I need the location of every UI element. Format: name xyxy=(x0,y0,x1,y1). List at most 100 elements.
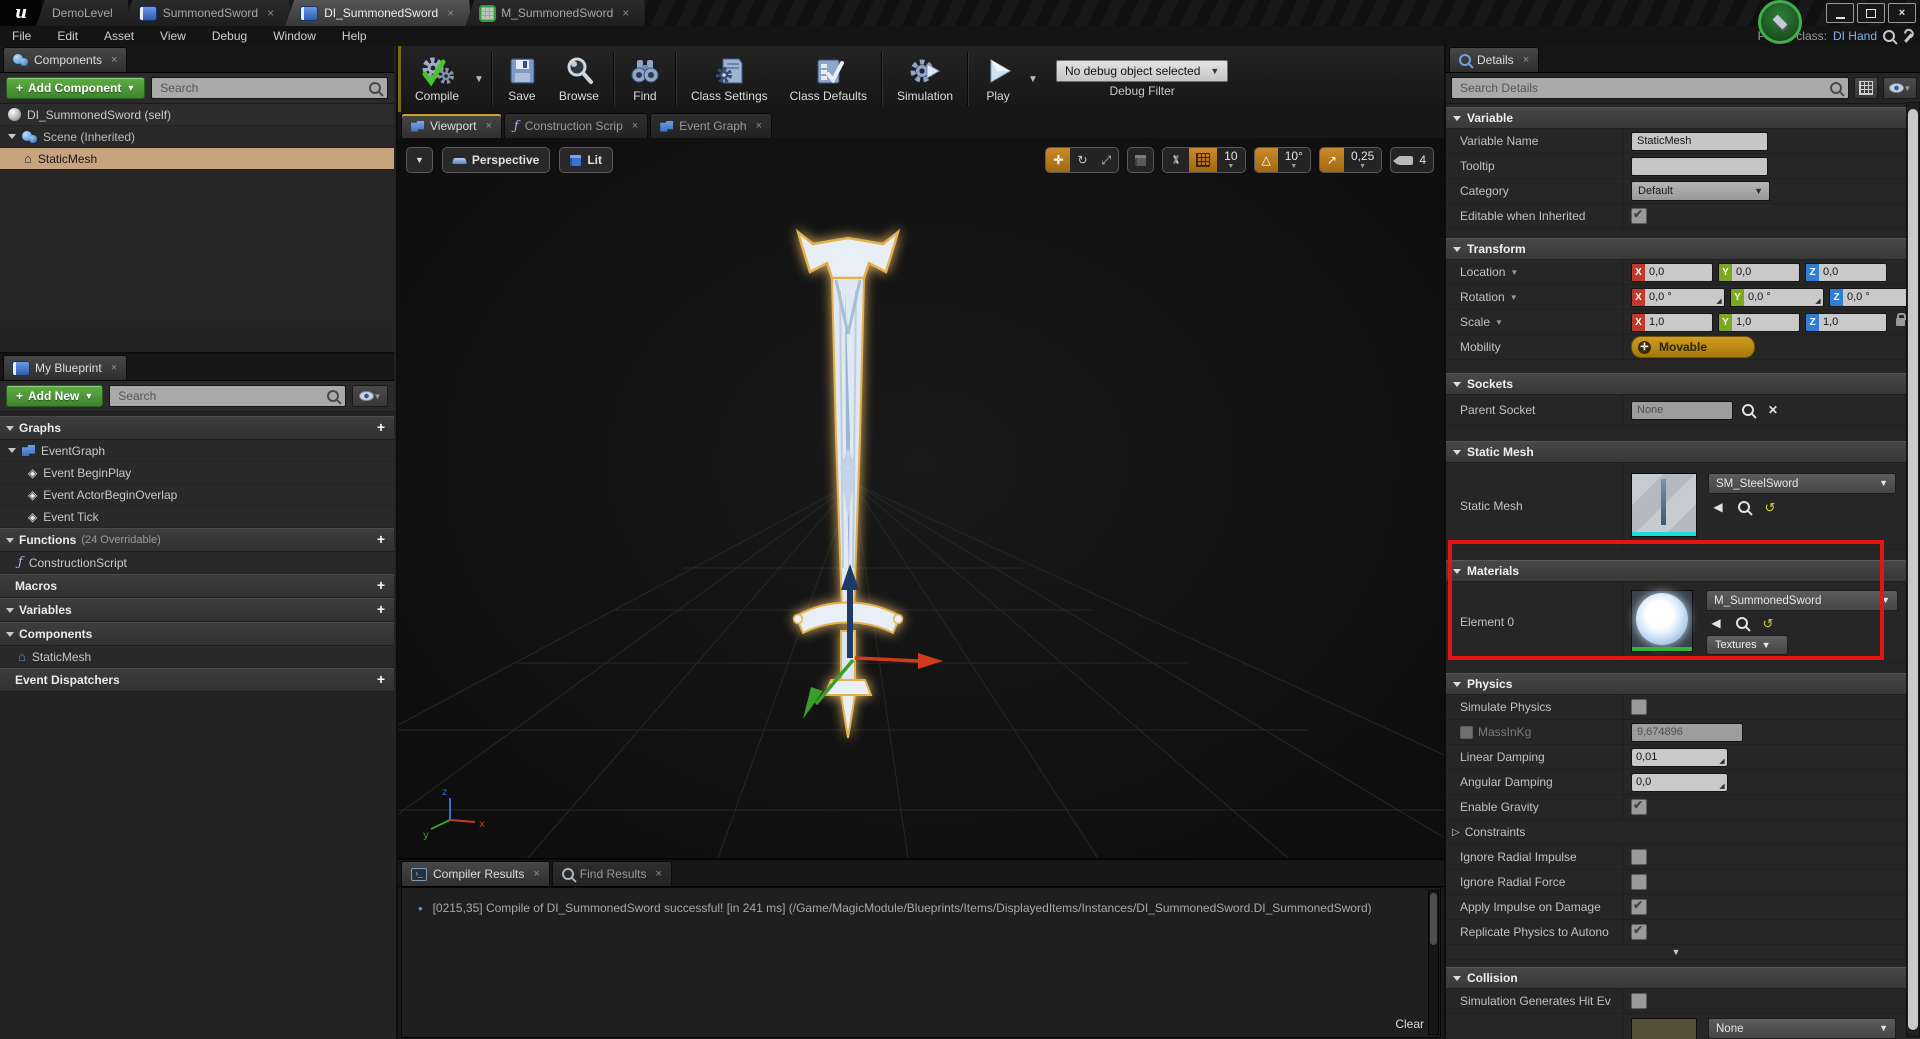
details-search-input[interactable] xyxy=(1458,80,1830,96)
compiler-scrollbar[interactable] xyxy=(1428,890,1439,1035)
angular-damping-field[interactable]: 0,0◢ xyxy=(1631,773,1728,792)
browse-to-asset-button[interactable] xyxy=(1734,499,1754,515)
eventgraph-row[interactable]: EventGraph xyxy=(0,440,394,462)
add-macro-button[interactable]: + xyxy=(377,577,385,593)
static-mesh-dropdown[interactable]: SM_SteelSword ▼ xyxy=(1708,473,1896,494)
spinner-icon[interactable]: ◢ xyxy=(1717,749,1727,766)
display-filter-button[interactable]: ▼ xyxy=(1883,77,1917,99)
reset-to-default-button[interactable]: ↺ xyxy=(1760,499,1780,515)
mass-input[interactable]: 9,674896 xyxy=(1631,723,1743,742)
menu-debug[interactable]: Debug xyxy=(212,29,247,43)
add-dispatcher-button[interactable]: + xyxy=(377,671,385,687)
component-row-staticmesh[interactable]: ⌂ StaticMesh xyxy=(0,148,394,170)
phys-material-thumbnail[interactable]: None xyxy=(1631,1018,1697,1039)
close-icon[interactable]: × xyxy=(632,120,638,132)
scale-z-field[interactable]: Z1,0 xyxy=(1805,313,1887,332)
spinner-icon[interactable]: ◢ xyxy=(1813,289,1823,306)
components-search-input[interactable] xyxy=(158,80,369,96)
my-blueprint-search[interactable] xyxy=(109,385,346,407)
checkbox[interactable] xyxy=(1631,993,1647,1009)
collision-section-header[interactable]: Collision xyxy=(1446,967,1906,989)
debug-object-dropdown[interactable]: No debug object selected ▼ xyxy=(1056,60,1228,82)
tooltip-input[interactable] xyxy=(1631,157,1768,176)
my-blueprint-search-input[interactable] xyxy=(116,388,327,404)
details-search[interactable] xyxy=(1451,77,1849,99)
asset-tab-di-summonedsword[interactable]: DI_SummonedSword × xyxy=(285,0,471,26)
add-function-button[interactable]: + xyxy=(377,531,385,547)
macros-section-header[interactable]: Macros + xyxy=(0,574,394,598)
event-beginplay-row[interactable]: ◈ Event BeginPlay xyxy=(0,462,394,484)
play-options-caret[interactable]: ▼ xyxy=(1024,74,1042,85)
checkbox[interactable] xyxy=(1631,849,1647,865)
linear-damping-field[interactable]: 0,01◢ xyxy=(1631,748,1728,767)
minimize-button[interactable] xyxy=(1826,3,1854,23)
close-icon[interactable]: × xyxy=(622,6,629,20)
property-matrix-button[interactable] xyxy=(1854,77,1878,99)
event-actorbeginoverlap-row[interactable]: ◈ Event ActorBeginOverlap xyxy=(0,484,394,506)
world-local-button[interactable] xyxy=(1128,148,1153,172)
perspective-button[interactable]: Perspective xyxy=(442,147,550,173)
compile-options-caret[interactable]: ▼ xyxy=(470,74,488,85)
move-tool-button[interactable]: ✛ xyxy=(1046,148,1070,172)
close-icon[interactable]: × xyxy=(111,362,117,374)
rotation-x-field[interactable]: X0,0 °◢ xyxy=(1631,288,1725,307)
scale-x-field[interactable]: X1,0 xyxy=(1631,313,1713,332)
close-icon[interactable]: × xyxy=(533,868,539,880)
tab-details[interactable]: Details × xyxy=(1449,47,1539,72)
tab-event-graph[interactable]: Event Graph × xyxy=(650,113,772,138)
component-row-self[interactable]: DI_SummonedSword (self) xyxy=(0,104,394,126)
menu-edit[interactable]: Edit xyxy=(57,29,78,43)
chevron-down-icon[interactable]: ▼ xyxy=(1510,293,1518,302)
menu-file[interactable]: File xyxy=(12,29,31,43)
textures-dropdown-button[interactable]: Textures ▼ xyxy=(1706,635,1788,655)
category-dropdown[interactable]: Default ▼ xyxy=(1631,181,1770,201)
tab-construction-script[interactable]: ƒ Construction Scrip × xyxy=(504,113,648,138)
socket-search-button[interactable] xyxy=(1738,402,1758,418)
expand-right-icon[interactable]: ▷ xyxy=(1452,827,1460,838)
menu-help[interactable]: Help xyxy=(342,29,367,43)
checkbox[interactable] xyxy=(1631,699,1647,715)
sword-mesh[interactable] xyxy=(794,232,903,738)
reset-to-default-button[interactable]: ↺ xyxy=(1758,615,1778,631)
add-graph-button[interactable]: + xyxy=(377,419,385,435)
location-z-field[interactable]: Z0,0 xyxy=(1805,263,1887,282)
close-icon[interactable]: × xyxy=(485,120,491,132)
class-defaults-button[interactable]: Class Defaults xyxy=(779,54,878,105)
close-icon[interactable]: × xyxy=(656,868,662,880)
tutorial-button[interactable] xyxy=(1758,0,1802,44)
components-search[interactable] xyxy=(151,77,388,99)
rotation-y-field[interactable]: Y0,0 °◢ xyxy=(1730,288,1824,307)
add-new-button[interactable]: + Add New ▼ xyxy=(6,385,103,407)
tab-my-blueprint[interactable]: My Blueprint × xyxy=(3,355,127,380)
lit-button[interactable]: Lit xyxy=(559,147,613,173)
play-button[interactable]: Play xyxy=(972,54,1024,105)
close-icon[interactable]: × xyxy=(267,6,274,20)
material-thumbnail[interactable] xyxy=(1631,590,1693,652)
add-component-button[interactable]: + Add Component ▼ xyxy=(6,77,145,99)
sockets-section-header[interactable]: Sockets xyxy=(1446,373,1906,395)
phys-material-dropdown[interactable]: None ▼ xyxy=(1708,1018,1896,1039)
checkbox[interactable] xyxy=(1631,208,1647,224)
static-mesh-section-header[interactable]: Static Mesh xyxy=(1446,441,1906,463)
rotation-z-field[interactable]: Z0,0 °◢ xyxy=(1829,288,1906,307)
surface-snap-button[interactable] xyxy=(1163,148,1189,172)
transform-section-header[interactable]: Transform xyxy=(1446,238,1906,260)
gizmo-x-axis[interactable] xyxy=(855,658,918,661)
lock-icon[interactable] xyxy=(1896,318,1905,326)
expand-arrow-icon[interactable] xyxy=(8,134,16,139)
location-x-field[interactable]: X0,0 xyxy=(1631,263,1713,282)
details-scrollbar[interactable] xyxy=(1906,102,1920,1037)
checkbox[interactable] xyxy=(1631,874,1647,890)
scale-y-field[interactable]: Y1,0 xyxy=(1718,313,1800,332)
socket-clear-button[interactable]: ✕ xyxy=(1763,402,1783,418)
component-row-scene[interactable]: Scene (Inherited) xyxy=(0,126,394,148)
parent-socket-input[interactable]: None xyxy=(1631,401,1733,420)
scale-tool-button[interactable]: ⤢ xyxy=(1095,148,1119,172)
asset-tab-demolevel[interactable]: DemoLevel xyxy=(36,0,130,26)
asset-tab-summonedsword[interactable]: SummonedSword × xyxy=(124,0,291,26)
close-icon[interactable]: × xyxy=(1523,54,1529,66)
staticmesh-variable-row[interactable]: ⌂ StaticMesh xyxy=(0,646,394,668)
visibility-filter-button[interactable]: ▼ xyxy=(352,385,388,407)
graphs-section-header[interactable]: Graphs + xyxy=(0,416,394,440)
clear-button[interactable]: Clear xyxy=(1395,1017,1424,1031)
